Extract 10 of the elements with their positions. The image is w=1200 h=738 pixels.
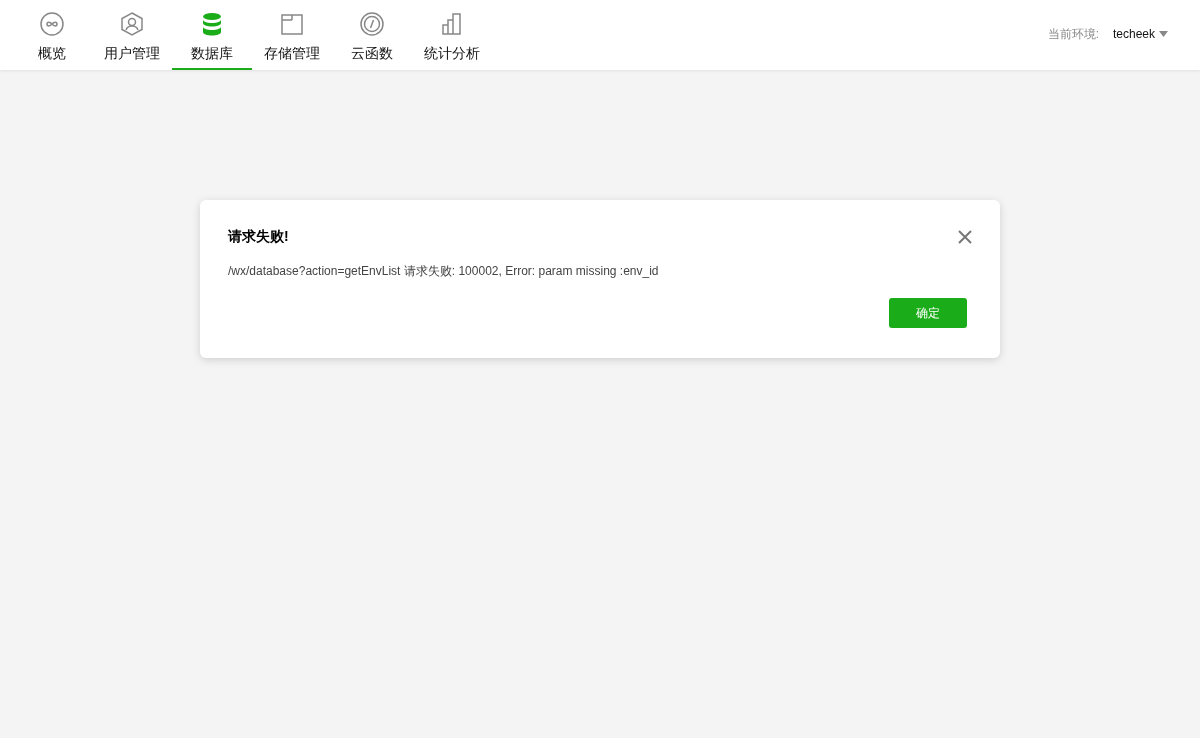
nav-tab[interactable]: 概览: [12, 0, 92, 70]
nav-tab[interactable]: 统计分析: [412, 0, 492, 70]
environment-dropdown[interactable]: techeek: [1112, 27, 1168, 41]
error-message: /wx/database?action=getEnvList 请求失败: 100002, Error: param missing :env_id: [228, 263, 660, 280]
nav-tab[interactable]: 存储管理: [252, 0, 332, 70]
nav-tab[interactable]: 数据库: [172, 0, 252, 70]
environment-label: 当前环境:: [1047, 25, 1099, 43]
nav-tab[interactable]: 用户管理: [92, 0, 172, 70]
nav-tab[interactable]: 云函数: [332, 0, 412, 70]
dialog-title: 请求失败!: [228, 228, 289, 246]
